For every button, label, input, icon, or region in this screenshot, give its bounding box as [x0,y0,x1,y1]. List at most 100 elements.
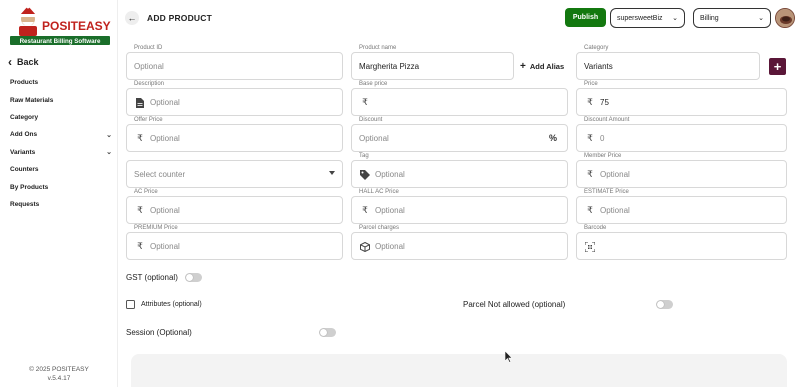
sidebar-item-counters[interactable]: Counters [10,161,112,178]
discount-amount-field[interactable]: Discount Amount ₹ 0 [576,117,787,152]
field-placeholder: Optional [150,242,180,251]
gst-toggle[interactable] [185,273,202,282]
rupee-icon: ₹ [587,169,593,179]
barcode-scan-icon [585,241,595,252]
sidebar-item-raw-materials[interactable]: Raw Materials [10,91,112,108]
rupee-icon: ₹ [587,133,593,143]
rupee-icon: ₹ [137,205,143,215]
product-name-field[interactable]: Product name Margherita Pizza [351,45,514,80]
chevron-down-icon: ⌄ [106,131,112,139]
field-placeholder: Optional [134,62,164,71]
chevron-down-icon: ⌄ [106,149,112,157]
sidebar: POSITEASY Restaurant Billing Software ‹ … [0,0,118,387]
tag-field[interactable]: Tag Optional [351,153,568,188]
member-price-field[interactable]: Member Price ₹ Optional [576,153,787,188]
rupee-icon: ₹ [137,133,143,143]
sidebar-item-by-products[interactable]: By Products [10,178,112,195]
field-label: Parcel charges [358,225,401,231]
field-label: Description [133,81,166,87]
field-placeholder: Optional [375,206,405,215]
field-label: PREMIUM Price [133,225,179,231]
page-title: ADD PRODUCT [147,13,213,23]
sidebar-item-label: Variants [10,148,36,156]
sidebar-footer: © 2025 POSITEASY v.5.4.17 [0,365,118,383]
field-placeholder: Optional [150,134,180,143]
field-value: Variants [584,62,613,71]
field-placeholder: 0 [600,134,605,143]
offer-price-field[interactable]: Offer Price ₹ Optional [126,117,343,152]
sidebar-item-label: By Products [10,183,49,191]
field-label: Discount [358,117,384,123]
field-value: 75 [600,98,609,107]
product-id-field[interactable]: Product ID Optional [126,45,343,80]
attributes-checkbox[interactable] [126,300,135,309]
gst-label: GST (optional) [126,273,178,282]
premium-price-field[interactable]: PREMIUM Price ₹ Optional [126,225,343,260]
business-select[interactable]: supersweetBiz ⌄ [610,8,685,28]
discount-field[interactable]: Discount Optional % [351,117,568,152]
rupee-icon: ₹ [362,97,368,107]
percent-icon: % [548,133,557,143]
arrow-left-icon: ← [127,13,137,23]
top-bar: ← ADD PRODUCT Publish supersweetBiz ⌄ Bi… [118,0,800,36]
plus-icon: + [520,61,526,72]
svg-text:POSITEASY: POSITEASY [42,19,111,33]
chevron-left-icon: ‹ [8,54,12,69]
document-icon [135,97,145,108]
rupee-icon: ₹ [587,97,593,107]
session-toggle[interactable] [319,328,336,337]
field-label: HALL AC Price [358,189,400,195]
rupee-icon: ₹ [587,205,593,215]
category-field[interactable]: Category Variants [576,45,760,80]
parcel-charges-field[interactable]: Parcel charges Optional [351,225,568,260]
field-placeholder: Optional [150,98,180,107]
back-arrow-button[interactable]: ← [125,11,139,25]
mode-select[interactable]: Billing ⌄ [693,8,771,28]
add-category-button[interactable]: + [769,58,786,75]
sidebar-item-products[interactable]: Products [10,74,112,91]
parcel-not-allowed-toggle[interactable] [656,300,673,309]
field-placeholder: Optional [375,242,405,251]
rupee-icon: ₹ [362,205,368,215]
back-label: Back [17,57,39,67]
brand-logo: POSITEASY Restaurant Billing Software [8,6,112,48]
sidebar-item-variants[interactable]: Variants ⌄ [10,144,112,161]
barcode-field[interactable]: Barcode [576,225,787,260]
mode-select-value: Billing [700,14,719,22]
rupee-icon: ₹ [137,241,143,251]
sidebar-item-category[interactable]: Category [10,109,112,126]
field-label: Member Price [583,153,623,159]
parcel-not-allowed-label: Parcel Not allowed (optional) [463,300,566,309]
business-select-value: supersweetBiz [617,14,663,22]
chevron-down-icon: ⌄ [672,15,678,22]
sidebar-item-requests[interactable]: Requests [10,196,112,213]
description-field[interactable]: Description Optional [126,81,343,116]
field-label: ESTIMATE Price [583,189,630,195]
plus-icon: + [773,59,782,74]
field-label: Tag [358,153,370,159]
hall-ac-price-field[interactable]: HALL AC Price ₹ Optional [351,189,568,224]
sidebar-item-add-ons[interactable]: Add Ons ⌄ [10,126,112,143]
field-placeholder: Optional [600,206,630,215]
session-label: Session (Optional) [126,328,192,337]
ac-price-field[interactable]: AC Price ₹ Optional [126,189,343,224]
estimate-price-field[interactable]: ESTIMATE Price ₹ Optional [576,189,787,224]
field-label: Discount Amount [583,117,631,123]
add-alias-button[interactable]: + Add Alias [520,61,564,72]
price-field[interactable]: Price ₹ 75 [576,81,787,116]
sidebar-item-label: Counters [10,166,39,174]
field-label: Product name [358,45,398,51]
version-text: v.5.4.17 [47,375,71,382]
sidebar-item-label: Products [10,79,39,87]
counter-select[interactable]: Select counter [126,160,343,188]
field-label: Barcode [583,225,608,231]
base-price-field[interactable]: Base price ₹ [351,81,568,116]
back-link[interactable]: ‹ Back [8,54,39,69]
avatar[interactable] [775,8,795,28]
content-panel [131,354,787,387]
publish-button[interactable]: Publish [565,8,606,27]
field-placeholder: Optional [359,134,389,143]
sidebar-item-label: Category [10,113,39,121]
caret-down-icon [329,171,335,175]
add-alias-label: Add Alias [529,62,565,71]
